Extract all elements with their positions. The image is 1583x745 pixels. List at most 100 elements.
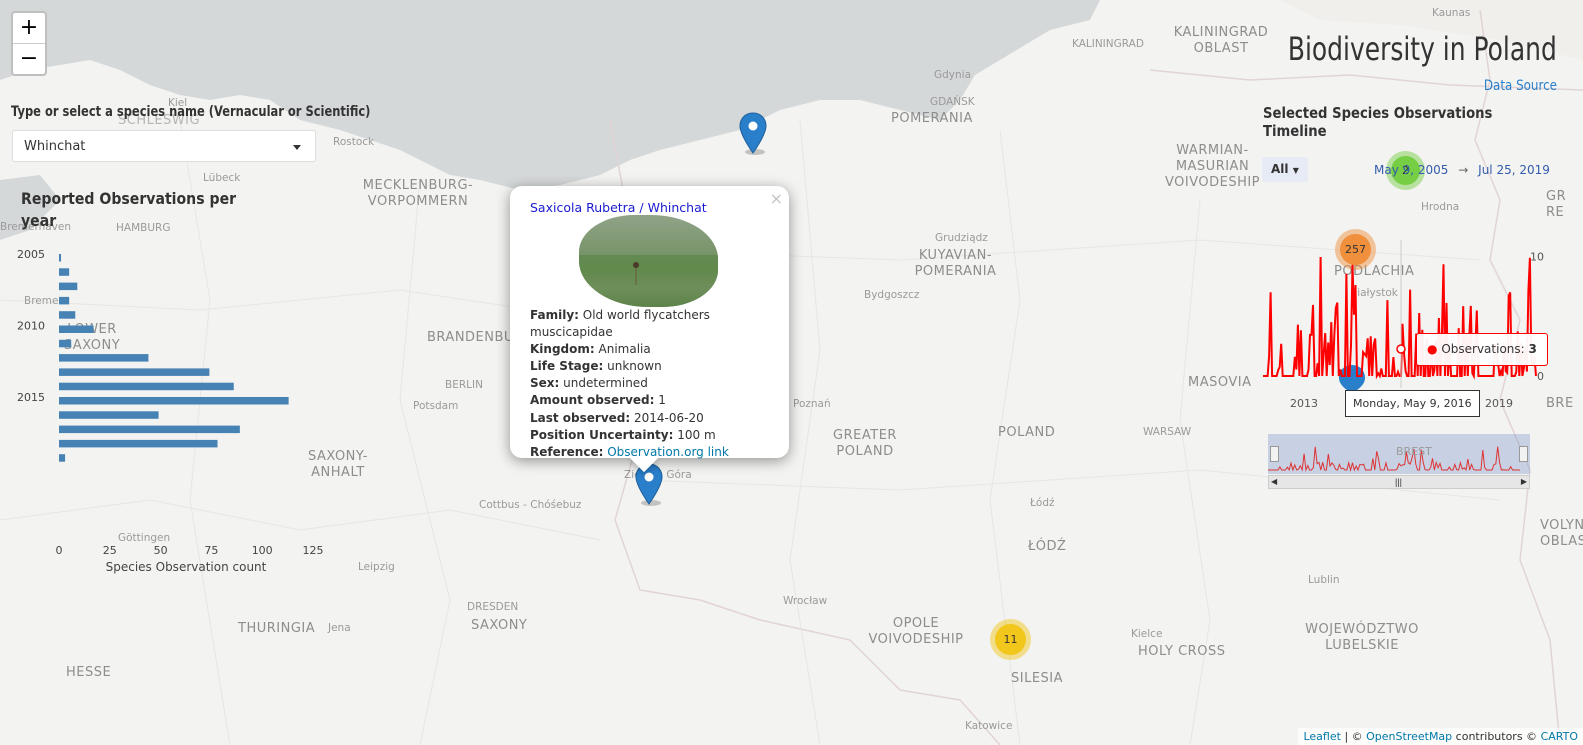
- date-to[interactable]: Jul 25, 2019: [1478, 163, 1550, 177]
- close-icon[interactable]: ×: [770, 189, 783, 208]
- popup-row-uncertainty: Position Uncertainty: 100 m: [530, 427, 716, 442]
- x-tick-label: 2013: [1290, 397, 1318, 410]
- map-label-city: Kaliningrad: [1072, 38, 1144, 50]
- map-marker-icon[interactable]: [635, 463, 663, 507]
- chevron-down-icon: [293, 145, 301, 150]
- bar-chart-title-line2: year: [21, 211, 57, 230]
- bar-2009[interactable]: [59, 311, 76, 319]
- map-label-region: KALININGRAD OBLAST: [1173, 25, 1269, 56]
- map-label-region: GREATER POLAND: [833, 428, 897, 459]
- map-label-city: Gdynia: [934, 69, 972, 81]
- bar-2010[interactable]: [59, 325, 94, 334]
- bar-2012[interactable]: [59, 354, 149, 362]
- zoom-control: + −: [11, 11, 47, 76]
- bar-2014[interactable]: [59, 382, 234, 391]
- bar-2013[interactable]: [59, 368, 210, 376]
- observation-link[interactable]: Observation.org link: [607, 445, 729, 459]
- navigator-scrollbar[interactable]: ◀ ||| ▶: [1268, 475, 1530, 489]
- popup-row-family: Family: Old world flycatchers muscicapid…: [530, 308, 710, 340]
- chart-tooltip: ● Observations: 3: [1416, 333, 1548, 366]
- navigator-series: BREST: [1268, 434, 1530, 474]
- caret-down-icon: ▼: [1292, 166, 1299, 175]
- x-axis-label: Species Observation count: [106, 560, 267, 574]
- bar-chart-title: Reported Observations per year: [21, 188, 236, 232]
- bar-2006[interactable]: [59, 268, 70, 276]
- timeline-navigator[interactable]: BREST ◀ ||| ▶: [1268, 434, 1530, 489]
- leaflet-link[interactable]: Leaflet: [1303, 730, 1340, 743]
- map-attribution: Leaflet | © OpenStreetMap contributors ©…: [1298, 728, 1583, 745]
- y-tick-label: 2015: [17, 391, 45, 404]
- map-label-region: MECKLENBURG-VORPOMMERN: [362, 178, 474, 209]
- y-tick-label: 10: [1530, 250, 1544, 263]
- map-label-region: SAXONY: [471, 618, 528, 633]
- tooltip-label: Observations:: [1441, 342, 1525, 356]
- map-label-region: MASOVIA: [1188, 375, 1252, 390]
- popup-row-reference: Reference: Observation.org link: [530, 444, 729, 459]
- map-label-city: Lübeck: [203, 172, 241, 184]
- map-label-city: Kielce: [1131, 628, 1163, 640]
- map-label-city: Hrodna: [1421, 201, 1460, 213]
- attribution-contrib: contributors ©: [1455, 730, 1538, 743]
- map-label-city: Lublin: [1308, 574, 1340, 586]
- bar-2011[interactable]: [59, 339, 72, 348]
- bar-2019[interactable]: [59, 454, 66, 462]
- bar-2005[interactable]: [59, 254, 62, 262]
- osm-link[interactable]: OpenStreetMap: [1366, 730, 1452, 743]
- popup-details: Family: Old world flycatchers muscicapid…: [530, 307, 789, 461]
- tooltip-date: Monday, May 9, 2016: [1353, 397, 1472, 410]
- map-label-region: POLAND: [998, 425, 1056, 440]
- x-tick-label: 100: [252, 544, 273, 557]
- bar-2015[interactable]: [59, 397, 289, 405]
- zoom-in-button[interactable]: +: [13, 13, 45, 44]
- map-marker-icon[interactable]: [739, 112, 767, 156]
- app-title: Biodiversity in Poland: [1288, 30, 1557, 68]
- navigator-handle-left[interactable]: [1270, 446, 1279, 462]
- timeline-title-line2: Timeline: [1263, 122, 1327, 140]
- popup-title-link[interactable]: Saxicola Rubetra / Whinchat: [530, 200, 707, 215]
- map-label-city: Grudziądz: [935, 232, 988, 244]
- y-tick-label: 2010: [17, 320, 45, 333]
- scroll-grip-icon[interactable]: |||: [1395, 476, 1402, 488]
- observations-bar-chart: 2005 2010 2015 0 25 50 75 100 125 Species Observa…: [17, 248, 324, 574]
- map-label-city: Kaunas: [1432, 7, 1471, 19]
- map-label-city: Dresden: [467, 601, 519, 613]
- bar-2007[interactable]: [59, 282, 78, 291]
- timeline-title-line1: Selected Species Observations: [1263, 104, 1493, 122]
- tooltip-value: 3: [1528, 342, 1537, 356]
- map-label-city: Warsaw: [1143, 426, 1192, 438]
- map-label-city: Rostock: [333, 136, 375, 148]
- map-label-city: Berlin: [445, 379, 483, 391]
- bar-2017[interactable]: [59, 425, 240, 434]
- map-label-region: GR RE: [1546, 189, 1567, 220]
- map-label-region: OPOLE VOIVODESHIP: [868, 616, 964, 647]
- bar-2018[interactable]: [59, 439, 218, 448]
- y-tick-label: 2005: [17, 248, 45, 261]
- navigator-handle-right[interactable]: [1519, 446, 1528, 462]
- x-tick-label: 0: [56, 544, 63, 557]
- hover-point[interactable]: [1396, 344, 1406, 354]
- map-label-region: HESSE: [66, 665, 112, 680]
- scroll-right-icon[interactable]: ▶: [1521, 476, 1527, 488]
- map-label-city: Wrocław: [783, 595, 828, 607]
- carto-link[interactable]: CARTO: [1541, 730, 1578, 743]
- species-select[interactable]: Whinchat: [12, 130, 316, 162]
- x-axis-tooltip: Monday, May 9, 2016: [1345, 390, 1480, 417]
- map-label-region: VOLYN OBLAST: [1540, 518, 1583, 549]
- date-from[interactable]: May 9, 2005: [1374, 163, 1448, 177]
- data-source-link[interactable]: Data Source: [1484, 78, 1557, 94]
- bar-2008[interactable]: [59, 296, 70, 305]
- marker-cluster[interactable]: 11: [990, 619, 1031, 660]
- attribution-sep: | ©: [1344, 730, 1363, 743]
- map-label-region: THURINGIA: [238, 621, 316, 636]
- marker-cluster-count: 11: [995, 624, 1026, 655]
- range-selector-label: All: [1271, 162, 1289, 176]
- zoom-out-button[interactable]: −: [13, 44, 45, 74]
- map-label-city: Jena: [328, 622, 351, 634]
- timeline-line-chart[interactable]: 201320162019010: [1258, 240, 1548, 410]
- range-selector-button[interactable]: All ▼: [1262, 157, 1308, 182]
- bar-2016[interactable]: [59, 411, 159, 419]
- map-label-region: POMERANIA: [891, 111, 973, 126]
- date-range: May 9, 2005 → Jul 25, 2019: [1374, 163, 1550, 177]
- scroll-left-icon[interactable]: ◀: [1271, 476, 1277, 488]
- navigator-map-label: BREST: [1396, 445, 1432, 458]
